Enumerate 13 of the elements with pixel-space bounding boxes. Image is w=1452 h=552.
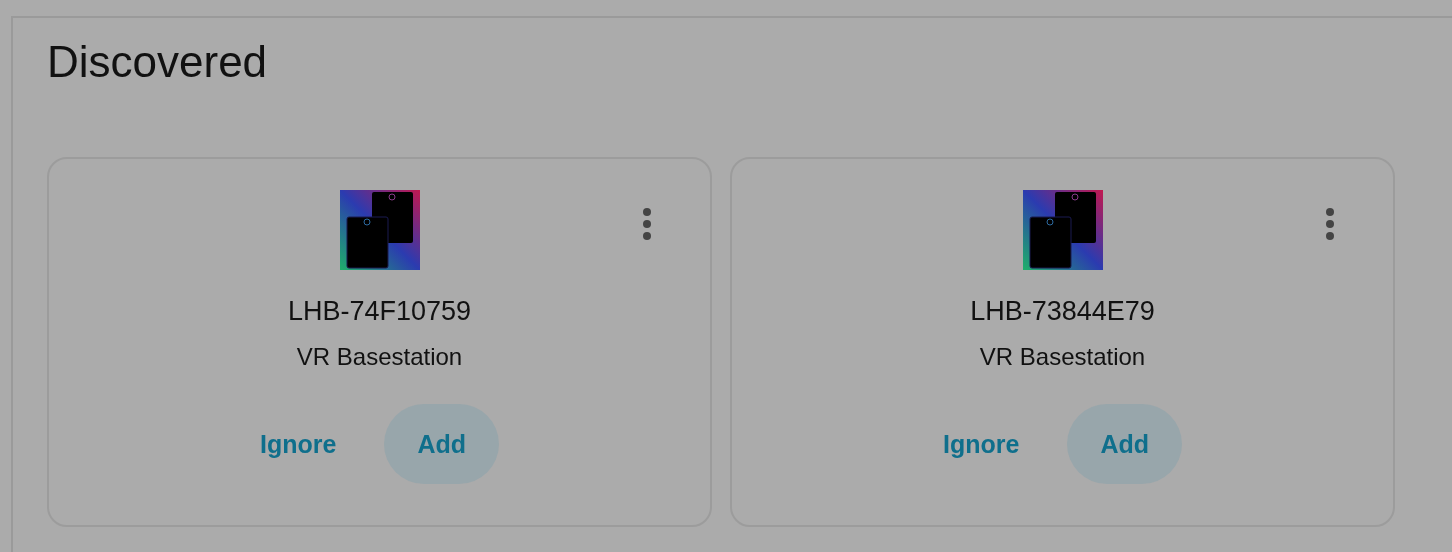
add-button[interactable]: Add — [1067, 404, 1182, 484]
add-button[interactable]: Add — [384, 404, 499, 484]
ignore-button[interactable]: Ignore — [260, 404, 337, 484]
device-name: LHB-73844E79 — [970, 296, 1155, 327]
more-options-icon[interactable] — [1325, 207, 1335, 241]
section-title: Discovered — [47, 36, 269, 88]
device-type: VR Basestation — [979, 343, 1146, 371]
ignore-button[interactable]: Ignore — [943, 404, 1020, 484]
more-options-icon[interactable] — [642, 207, 652, 241]
device-type: VR Basestation — [296, 343, 463, 371]
device-logo-icon — [339, 190, 420, 270]
device-name: LHB-74F10759 — [287, 296, 472, 327]
device-logo-icon — [1022, 190, 1103, 270]
